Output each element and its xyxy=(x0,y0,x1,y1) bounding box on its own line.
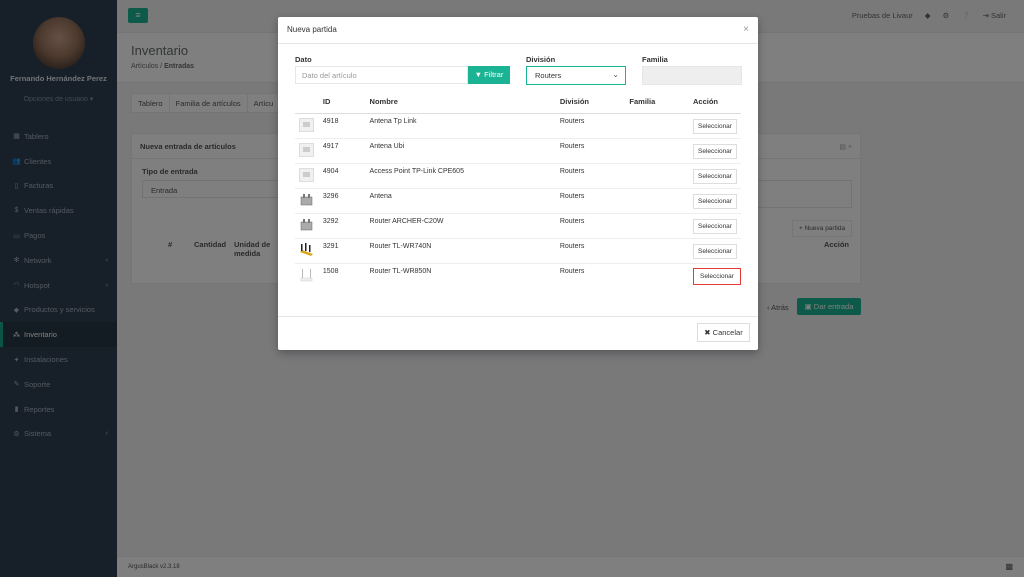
cell-accion: Seleccionar xyxy=(693,262,741,288)
thumb xyxy=(295,262,323,288)
cell-accion: Seleccionar xyxy=(693,237,741,263)
col-familia-header: Familia xyxy=(629,97,693,114)
thumb xyxy=(295,187,323,213)
cell-division: Routers xyxy=(559,112,630,138)
product-thumbnail xyxy=(299,117,314,132)
col-nombre-header: Nombre xyxy=(369,97,560,114)
filter-icon: ▼ xyxy=(474,70,485,79)
filtrar-label: Filtrar xyxy=(484,70,504,79)
table-row: 4904 Access Point TP-Link CPE605 Routers Se… xyxy=(295,162,741,188)
cell-familia xyxy=(629,162,693,188)
col-thumb-header xyxy=(295,97,323,114)
cell-id: 3292 xyxy=(322,212,370,238)
cell-nombre: Router TL-WR740N xyxy=(369,237,560,263)
dato-label: Dato xyxy=(295,55,312,64)
cell-familia xyxy=(629,187,693,213)
seleccionar-button[interactable]: Seleccionar xyxy=(693,118,737,134)
division-select[interactable]: Routers ⌄ xyxy=(526,66,626,85)
division-label: División xyxy=(526,55,556,64)
cell-nombre: Antena xyxy=(369,187,560,213)
close-icon[interactable]: × xyxy=(743,24,749,35)
cancel-label: Cancelar xyxy=(712,328,743,337)
cell-id: 1508 xyxy=(322,262,370,288)
product-thumbnail xyxy=(300,242,313,256)
table-header-row: ID Nombre División Familia Acción xyxy=(295,97,741,114)
product-thumbnail xyxy=(300,193,313,205)
thumb xyxy=(295,162,323,188)
dato-input[interactable]: Dato del artículo xyxy=(295,66,468,84)
chevron-down-icon: ⌄ xyxy=(612,70,619,79)
modal-title: Nueva partida xyxy=(278,17,758,44)
cell-nombre: Router ARCHER-C20W xyxy=(369,212,560,238)
table-row: 3296 Antena Routers Seleccionar xyxy=(295,187,741,213)
modal-footer xyxy=(278,316,758,317)
seleccionar-button[interactable]: Seleccionar xyxy=(693,218,737,234)
cell-nombre: Access Point TP-Link CPE605 xyxy=(369,162,560,188)
cell-accion: Seleccionar xyxy=(693,162,741,188)
cell-familia xyxy=(629,137,693,163)
table-row: 1508 Router TL-WR850N Routers Seleccionar xyxy=(295,262,741,288)
seleccionar-button[interactable]: Seleccionar xyxy=(693,193,737,209)
cell-id: 4917 xyxy=(322,137,370,163)
thumb xyxy=(295,237,323,263)
cell-familia xyxy=(629,262,693,288)
cell-accion: Seleccionar xyxy=(693,187,741,213)
cell-accion: Seleccionar xyxy=(693,212,741,238)
close-icon: ✖ xyxy=(704,328,713,337)
cell-nombre: Antena Ubi xyxy=(369,137,560,163)
seleccionar-button[interactable]: Seleccionar xyxy=(693,143,737,159)
col-id-header: ID xyxy=(322,97,370,114)
product-thumbnail xyxy=(299,142,314,157)
cancel-button[interactable]: ✖ Cancelar xyxy=(697,323,750,342)
cell-id: 3291 xyxy=(322,237,370,263)
product-thumbnail xyxy=(300,218,313,230)
cell-division: Routers xyxy=(559,187,630,213)
product-thumbnail xyxy=(300,268,313,281)
product-thumbnail xyxy=(299,167,314,182)
familia-select[interactable] xyxy=(642,66,742,85)
seleccionar-button[interactable]: Seleccionar xyxy=(693,267,741,285)
seleccionar-button[interactable]: Seleccionar xyxy=(693,243,737,259)
cell-division: Routers xyxy=(559,162,630,188)
table-row: 3292 Router ARCHER-C20W Routers Seleccionar xyxy=(295,212,741,238)
thumb xyxy=(295,112,323,138)
thumb xyxy=(295,137,323,163)
table-row: 3291 Router TL-WR740N Routers Seleccionar xyxy=(295,237,741,263)
cell-familia xyxy=(629,237,693,263)
col-accion-header: Acción xyxy=(693,97,741,114)
familia-label: Familia xyxy=(642,55,668,64)
cell-nombre: Antena Tp Link xyxy=(369,112,560,138)
cell-id: 4904 xyxy=(322,162,370,188)
seleccionar-button[interactable]: Seleccionar xyxy=(693,168,737,184)
cell-division: Routers xyxy=(559,262,630,288)
cell-id: 4918 xyxy=(322,112,370,138)
filtrar-button[interactable]: ▼ Filtrar xyxy=(468,66,510,84)
cell-accion: Seleccionar xyxy=(693,137,741,163)
cell-nombre: Router TL-WR850N xyxy=(369,262,560,288)
items-table: ID Nombre División Familia Acción 4918 An… xyxy=(295,97,741,288)
cell-familia xyxy=(629,112,693,138)
thumb xyxy=(295,212,323,238)
col-division-header: División xyxy=(559,97,630,114)
nueva-partida-modal: Nueva partida × Dato Dato del artículo ▼… xyxy=(278,17,758,350)
cell-id: 3296 xyxy=(322,187,370,213)
cell-division: Routers xyxy=(559,212,630,238)
table-row: 4917 Antena Ubi Routers Seleccionar xyxy=(295,137,741,163)
cell-division: Routers xyxy=(559,137,630,163)
table-row: 4918 Antena Tp Link Routers Seleccionar xyxy=(295,112,741,138)
cell-accion: Seleccionar xyxy=(693,112,741,138)
division-value: Routers xyxy=(535,71,562,80)
cell-familia xyxy=(629,212,693,238)
cell-division: Routers xyxy=(559,237,630,263)
